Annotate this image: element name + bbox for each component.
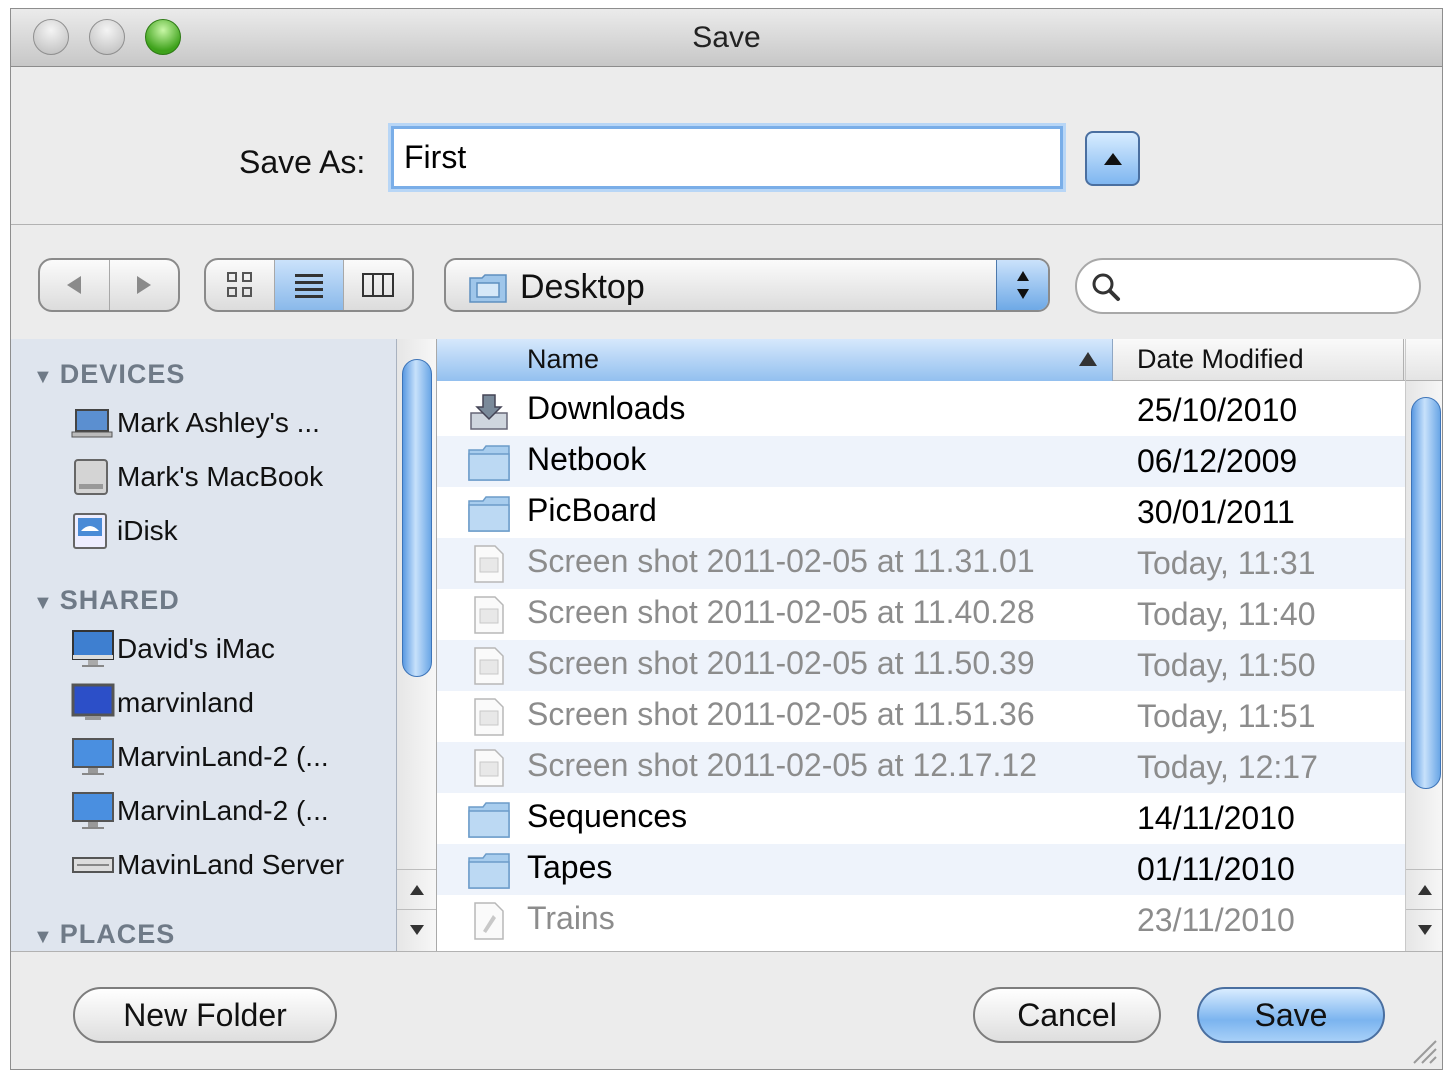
scroll-down-icon: [409, 924, 424, 935]
file-list-scroll-up-button[interactable]: [1406, 869, 1442, 909]
folder-icon: [468, 496, 510, 532]
folder-icon: [468, 853, 510, 889]
sidebar-section-places[interactable]: ▼ PLACES: [33, 919, 175, 950]
collapse-dialog-button[interactable]: [1085, 131, 1140, 186]
up-down-arrows-icon: [1016, 271, 1029, 299]
file-list: Name Date Modified Downloads 25/10/2010 …: [437, 339, 1405, 951]
column-view-button[interactable]: [344, 260, 412, 310]
folder-icon: [468, 802, 510, 838]
sidebar-item-marks-macbook[interactable]: Mark's MacBook: [71, 457, 323, 497]
file-row[interactable]: PicBoard 30/01/2011: [437, 487, 1405, 538]
disclosure-triangle-icon: ▼: [33, 592, 54, 614]
divider: [11, 951, 1442, 952]
sidebar-item-mavinland-server[interactable]: MavinLand Server: [71, 845, 344, 885]
image-file-icon: [474, 749, 504, 787]
file-list-scroll-down-button[interactable]: [1406, 909, 1442, 949]
desktop-folder-icon: [469, 274, 507, 303]
file-row[interactable]: Downloads 25/10/2010: [437, 385, 1405, 436]
file-list-scroll-thumb[interactable]: [1411, 397, 1441, 789]
file-row[interactable]: Netbook 06/12/2009: [437, 436, 1405, 487]
scroll-up-icon: [409, 884, 424, 895]
sort-ascending-icon: [1079, 352, 1097, 366]
sidebar-item-marvinland-2-a[interactable]: MarvinLand-2 (...: [71, 737, 329, 777]
disclosure-triangle-icon: ▼: [33, 366, 54, 388]
back-arrow-icon: [67, 276, 82, 294]
file-row: Screen shot 2011-02-05 at 11.51.36 Today…: [437, 691, 1405, 742]
search-icon: [1092, 273, 1120, 301]
monitor-icon: [71, 683, 117, 723]
file-row: Trains 23/11/2010: [437, 895, 1405, 946]
file-row: Screen shot 2011-02-05 at 11.50.39 Today…: [437, 640, 1405, 691]
sidebar-scroll-up-button[interactable]: [397, 869, 436, 909]
hard-drive-icon: [71, 457, 117, 497]
cancel-button[interactable]: Cancel: [973, 987, 1161, 1043]
downloads-folder-icon: [470, 394, 508, 430]
sidebar-scroll-thumb[interactable]: [402, 359, 432, 677]
title-bar: Save: [11, 9, 1442, 67]
icon-view-button[interactable]: [206, 260, 275, 310]
scroll-down-icon: [1418, 924, 1432, 935]
scroll-up-icon: [1418, 884, 1432, 895]
file-row[interactable]: Sequences 14/11/2010: [437, 793, 1405, 844]
column-divider: [1403, 339, 1404, 381]
resize-grip-icon[interactable]: [1408, 1035, 1438, 1065]
location-popup[interactable]: Desktop: [444, 258, 1050, 312]
sidebar-item-idisk[interactable]: iDisk: [71, 511, 178, 551]
list-view-icon: [295, 274, 323, 298]
sidebar-section-devices[interactable]: ▼ DEVICES: [33, 359, 185, 390]
file-row: Screen shot 2011-02-05 at 11.40.28 Today…: [437, 589, 1405, 640]
save-dialog: Save Save As: First Desktop ▼ DEVICES Ma…: [10, 8, 1443, 1070]
laptop-icon: [71, 403, 117, 443]
idisk-icon: [71, 511, 117, 551]
save-button[interactable]: Save: [1197, 987, 1385, 1043]
image-file-icon: [474, 698, 504, 736]
forward-button[interactable]: [110, 260, 179, 310]
sidebar-item-marvinland[interactable]: marvinland: [71, 683, 254, 723]
file-row: Screen shot 2011-02-05 at 11.31.01 Today…: [437, 538, 1405, 589]
monitor-icon: [71, 737, 117, 777]
list-view-button[interactable]: [275, 260, 344, 310]
sidebar-scroll-down-button[interactable]: [397, 909, 436, 949]
sidebar: ▼ DEVICES Mark Ashley's ... Mark's MacBoo…: [11, 339, 397, 951]
window-title: Save: [692, 21, 761, 54]
file-list-scrollbar[interactable]: [1405, 339, 1442, 951]
image-file-icon: [474, 647, 504, 685]
search-field[interactable]: [1075, 258, 1421, 314]
sidebar-item-davids-imac[interactable]: David's iMac: [71, 629, 275, 669]
save-as-label: Save As:: [239, 144, 366, 180]
document-file-icon: [474, 902, 504, 940]
sidebar-section-shared[interactable]: ▼ SHARED: [33, 585, 180, 616]
save-as-input[interactable]: [391, 126, 1063, 189]
server-icon: [71, 845, 117, 885]
sidebar-item-marvinland-2-b[interactable]: MarvinLand-2 (...: [71, 791, 329, 831]
folder-icon: [468, 445, 510, 481]
imac-icon: [71, 629, 117, 669]
view-mode-control: [204, 258, 414, 312]
image-file-icon: [474, 596, 504, 634]
back-button[interactable]: [40, 260, 110, 310]
icon-view-icon: [227, 272, 252, 297]
sidebar-scrollbar[interactable]: [397, 339, 437, 951]
name-column-header[interactable]: Name: [437, 339, 1113, 381]
location-label: Desktop: [520, 268, 645, 306]
file-row: Screen shot 2011-02-05 at 12.17.12 Today…: [437, 742, 1405, 793]
location-stepper: [996, 260, 1048, 310]
back-forward-control: [38, 258, 180, 312]
disclosure-triangle-icon: ▼: [33, 926, 54, 948]
forward-arrow-icon: [136, 276, 151, 294]
column-view-icon: [362, 273, 394, 297]
new-folder-button[interactable]: New Folder: [73, 987, 337, 1043]
date-modified-column-header[interactable]: Date Modified: [1137, 344, 1304, 375]
list-header: Name Date Modified: [437, 339, 1405, 381]
file-row[interactable]: Tapes 01/11/2010: [437, 844, 1405, 895]
sidebar-item-mark-ashley[interactable]: Mark Ashley's ...: [71, 403, 320, 443]
monitor-icon: [71, 791, 117, 831]
image-file-icon: [474, 545, 504, 583]
divider: [11, 224, 1442, 225]
triangle-up-icon: [1103, 152, 1122, 165]
scrollbar-header-cap: [1406, 339, 1442, 381]
